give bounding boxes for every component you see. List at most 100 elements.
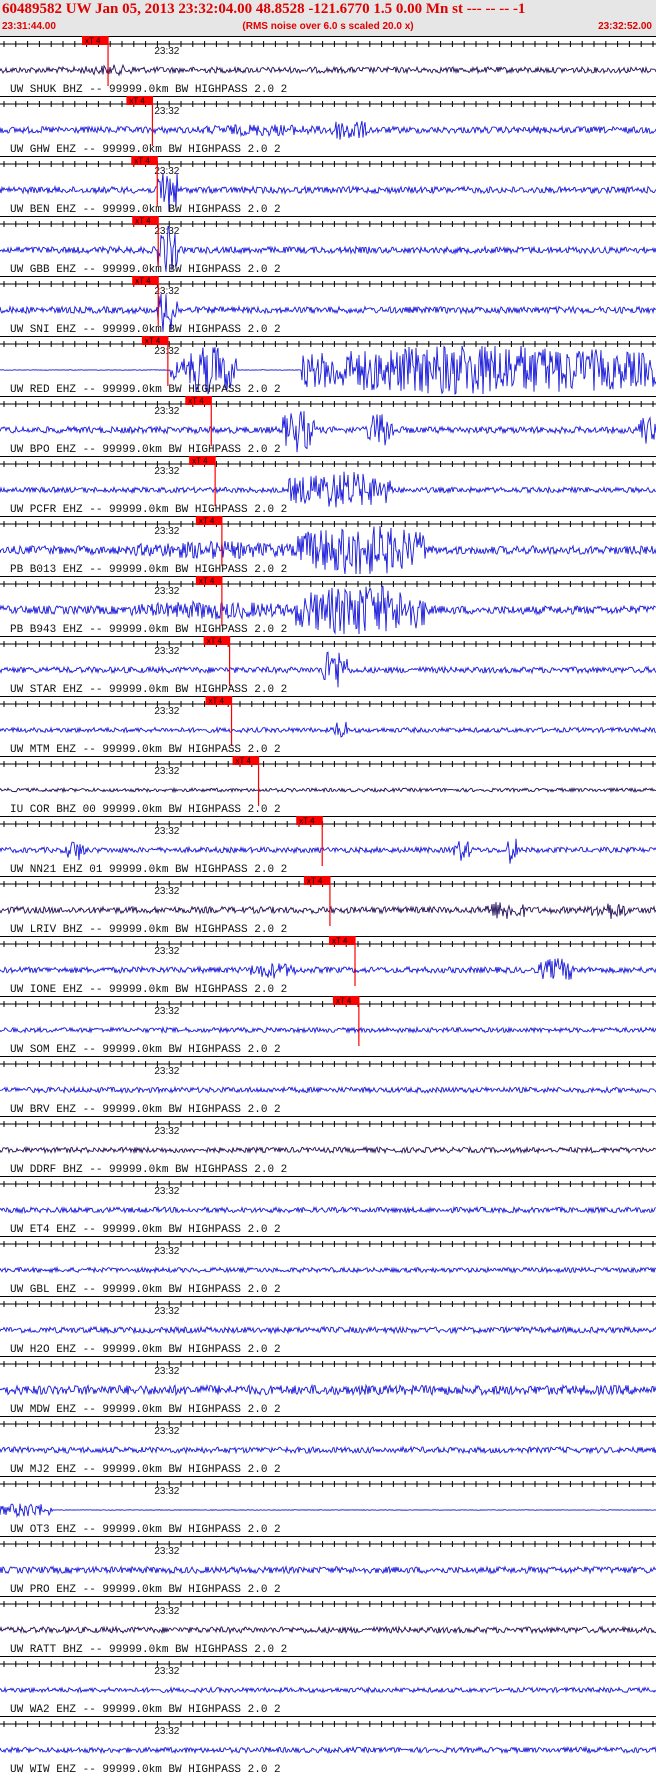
time-tick-label: 23:32 <box>154 1426 179 1437</box>
trace-row: 23:32xT 4UW GBB EHZ -- 99999.0km BW HIGH… <box>0 216 656 276</box>
waveform-line <box>0 1686 656 1694</box>
waveform-line <box>0 1445 656 1455</box>
waveform-line <box>0 1145 656 1155</box>
trace-row: 23:32 UW BRV EHZ -- 99999.0km BW HIGHPASS… <box>0 1056 656 1116</box>
pick-label: xT 4 <box>135 277 151 286</box>
waveform-line <box>0 1085 656 1095</box>
station-label: UW PRO EHZ -- 99999.0km BW HIGHPASS 2.0 … <box>10 1584 281 1596</box>
trace-row: 23:32 xT 4 UW GHW EHZ -- 99999.0km BW HIGH… <box>0 96 656 156</box>
rms-noise-subtitle: (RMS noise over 6.0 s scaled 20.0 x) <box>242 21 414 32</box>
seismogram-plot: 23:32xT 4UW SHUK BHZ -- 99999.0km BW HIG… <box>0 36 656 1776</box>
pick-label: xT 4 <box>307 877 323 886</box>
trace-row: 23:32 UW DDRF BHZ -- 99999.0km BW HIGHPAS… <box>0 1116 656 1176</box>
pick-label: xT 4 <box>332 937 348 946</box>
trace-row: 23:32 UW H2O EHZ -- 99999.0km BW HIGHPASS… <box>0 1296 656 1356</box>
station-label: UW MJ2 EHZ -- 99999.0km BW HIGHPASS 2.0 … <box>10 1464 281 1476</box>
waveform-line <box>0 651 656 688</box>
time-tick-label: 23:32 <box>154 106 179 117</box>
pick-label: xT 4 <box>207 637 223 646</box>
pick-label: xT 4 <box>236 757 252 766</box>
pick-label: xT 4 <box>336 997 352 1006</box>
station-label: UW MTM EHZ -- 99999.0km BW HIGHPASS 2.0 … <box>10 744 281 756</box>
time-tick-label: 23:32 <box>154 946 179 957</box>
time-tick-label: 23:32 <box>154 1666 179 1677</box>
trace-row: 23:32 xT 4 UW PCFR EHZ -- 99999.0km BW HIG… <box>0 456 656 516</box>
waveform-line <box>0 1503 656 1518</box>
trace-row: 23:32 xT 4 UW MTM EHZ -- 99999.0km BW HIGH… <box>0 696 656 756</box>
pick-label: xT 4 <box>188 397 204 406</box>
pick-label: xT 4 <box>145 337 161 346</box>
time-tick-label: 23:32 <box>154 46 179 57</box>
pick-label: xT 4 <box>85 37 101 46</box>
waveform-line <box>0 63 656 77</box>
time-tick-label: 23:32 <box>154 526 179 537</box>
trace-row: 23:32 xT 4 UW NN21 EHZ 01 99999.0km BW HIG… <box>0 816 656 876</box>
waveform-line <box>0 1205 656 1215</box>
station-label: UW OT3 EHZ -- 99999.0km BW HIGHPASS 2.0 … <box>10 1524 281 1536</box>
time-tick-label: 23:32 <box>154 1006 179 1017</box>
trace-row: 23:32 xT 4 IU COR BHZ 00 99999.0km BW HIGH… <box>0 756 656 816</box>
waveform-line <box>0 786 656 794</box>
station-label: UW DDRF BHZ -- 99999.0km BW HIGHPASS 2.0… <box>10 1164 287 1176</box>
station-label: UW ET4 EHZ -- 99999.0km BW HIGHPASS 2.0 … <box>10 1224 281 1236</box>
waveform-line <box>0 1565 656 1575</box>
station-label: UW WIW EHZ -- 99999.0km BW HIGHPASS 2.0 … <box>10 1764 281 1776</box>
station-label: PB B013 EHZ -- 99999.0km BW HIGHPASS 2.0… <box>10 564 287 576</box>
station-label: UW IONE EHZ -- 99999.0km BW HIGHPASS 2.0… <box>10 984 287 996</box>
time-tick-label: 23:32 <box>154 406 179 417</box>
station-label: UW MDW EHZ -- 99999.0km BW HIGHPASS 2.0 … <box>10 1404 281 1416</box>
time-tick-label: 23:32 <box>154 706 179 717</box>
trace-row: 23:32 UW GBL EHZ -- 99999.0km BW HIGHPASS… <box>0 1236 656 1296</box>
time-tick-label: 23:32 <box>154 1366 179 1377</box>
trace-row: 23:32 xT 4 UW BEN EHZ -- 99999.0km BW HIGH… <box>0 156 656 216</box>
pick-label: xT 4 <box>129 97 145 106</box>
station-label: UW STAR EHZ -- 99999.0km BW HIGHPASS 2.0… <box>10 684 287 696</box>
time-tick-label: 23:32 <box>154 766 179 777</box>
waveform-line <box>0 958 656 980</box>
station-label: UW RED EHZ -- 99999.0km BW HIGHPASS 2.0 … <box>10 384 281 396</box>
trace-row: 23:32 UW WIW EHZ -- 99999.0km BW HIGHPASS… <box>0 1716 656 1776</box>
time-tick-label: 23:32 <box>154 1186 179 1197</box>
waveform-line <box>0 1265 656 1275</box>
station-label: UW BRV EHZ -- 99999.0km BW HIGHPASS 2.0 … <box>10 1104 281 1116</box>
station-label: UW SOM EHZ -- 99999.0km BW HIGHPASS 2.0 … <box>10 1044 281 1056</box>
time-tick-label: 23:32 <box>154 646 179 657</box>
pick-label: xT 4 <box>199 577 215 586</box>
time-tick-label: 23:32 <box>154 1486 179 1497</box>
trace-row: 23:32 xT 4 UW BPO EHZ -- 99999.0km BW HIGH… <box>0 396 656 456</box>
trace-row: 23:32 xT 4 UW SHUK BHZ -- 99999.0km BW HIG… <box>0 36 656 96</box>
station-label: UW GHW EHZ -- 99999.0km BW HIGHPASS 2.0 … <box>10 144 281 156</box>
time-tick-label: 23:32 <box>154 826 179 837</box>
trace-row: 23:32 UW OT3 EHZ -- 99999.0km BW HIGHPASS… <box>0 1476 656 1536</box>
waveform-line <box>0 1383 656 1397</box>
trace-row: 23:32 xT 4 UW STAR EHZ -- 99999.0km BW HIG… <box>0 636 656 696</box>
time-tick-label: 23:32 <box>154 1126 179 1137</box>
station-label: UW GBL EHZ -- 99999.0km BW HIGHPASS 2.0 … <box>10 1284 281 1296</box>
time-tick-label: 23:32 <box>154 1606 179 1617</box>
event-title: 60489582 UW Jan 05, 2013 23:32:04.00 48.… <box>2 1 526 17</box>
station-label: UW NN21 EHZ 01 99999.0km BW HIGHPASS 2.0… <box>10 864 287 876</box>
pick-label: xT 4 <box>134 157 150 166</box>
time-tick-label: 23:32 <box>154 1066 179 1077</box>
time-tick-label: 23:32 <box>154 1726 179 1737</box>
time-tick-label: 23:32 <box>154 1546 179 1557</box>
trace-row: 23:32 xT 4 PB B943 EHZ -- 99999.0km BW HIG… <box>0 576 656 636</box>
trace-row: 23:32 xT 4 UW LRIV BHZ -- 99999.0km BW HIG… <box>0 876 656 936</box>
station-label: UW PCFR EHZ -- 99999.0km BW HIGHPASS 2.0… <box>10 504 287 516</box>
trace-row: 23:32 UW PRO EHZ -- 99999.0km BW HIGHPASS… <box>0 1536 656 1596</box>
pick-label: xT 4 <box>209 697 225 706</box>
waveform-line <box>0 838 656 864</box>
trace-row: 23:32xT 4UW SNI EHZ -- 99999.0km BW HIGH… <box>0 276 656 336</box>
trace-row: 23:32 UW MJ2 EHZ -- 99999.0km BW HIGHPASS… <box>0 1416 656 1476</box>
trace-row: 23:32 UW MDW EHZ -- 99999.0km BW HIGHPASS… <box>0 1356 656 1416</box>
waveform-line <box>0 1325 656 1335</box>
waveform-line <box>0 471 656 508</box>
time-tick-label: 23:32 <box>154 466 179 477</box>
waveform-line <box>0 1025 656 1035</box>
station-label: UW GBB EHZ -- 99999.0km BW HIGHPASS 2.0 … <box>10 264 281 276</box>
waveform-line <box>0 1625 656 1635</box>
time-tick-label: 23:32 <box>154 886 179 897</box>
trace-row: 23:32 UW RATT BHZ -- 99999.0km BW HIGHPAS… <box>0 1596 656 1656</box>
time-tick-label: 23:32 <box>154 586 179 597</box>
time-tick-label: 23:32 <box>154 1246 179 1257</box>
